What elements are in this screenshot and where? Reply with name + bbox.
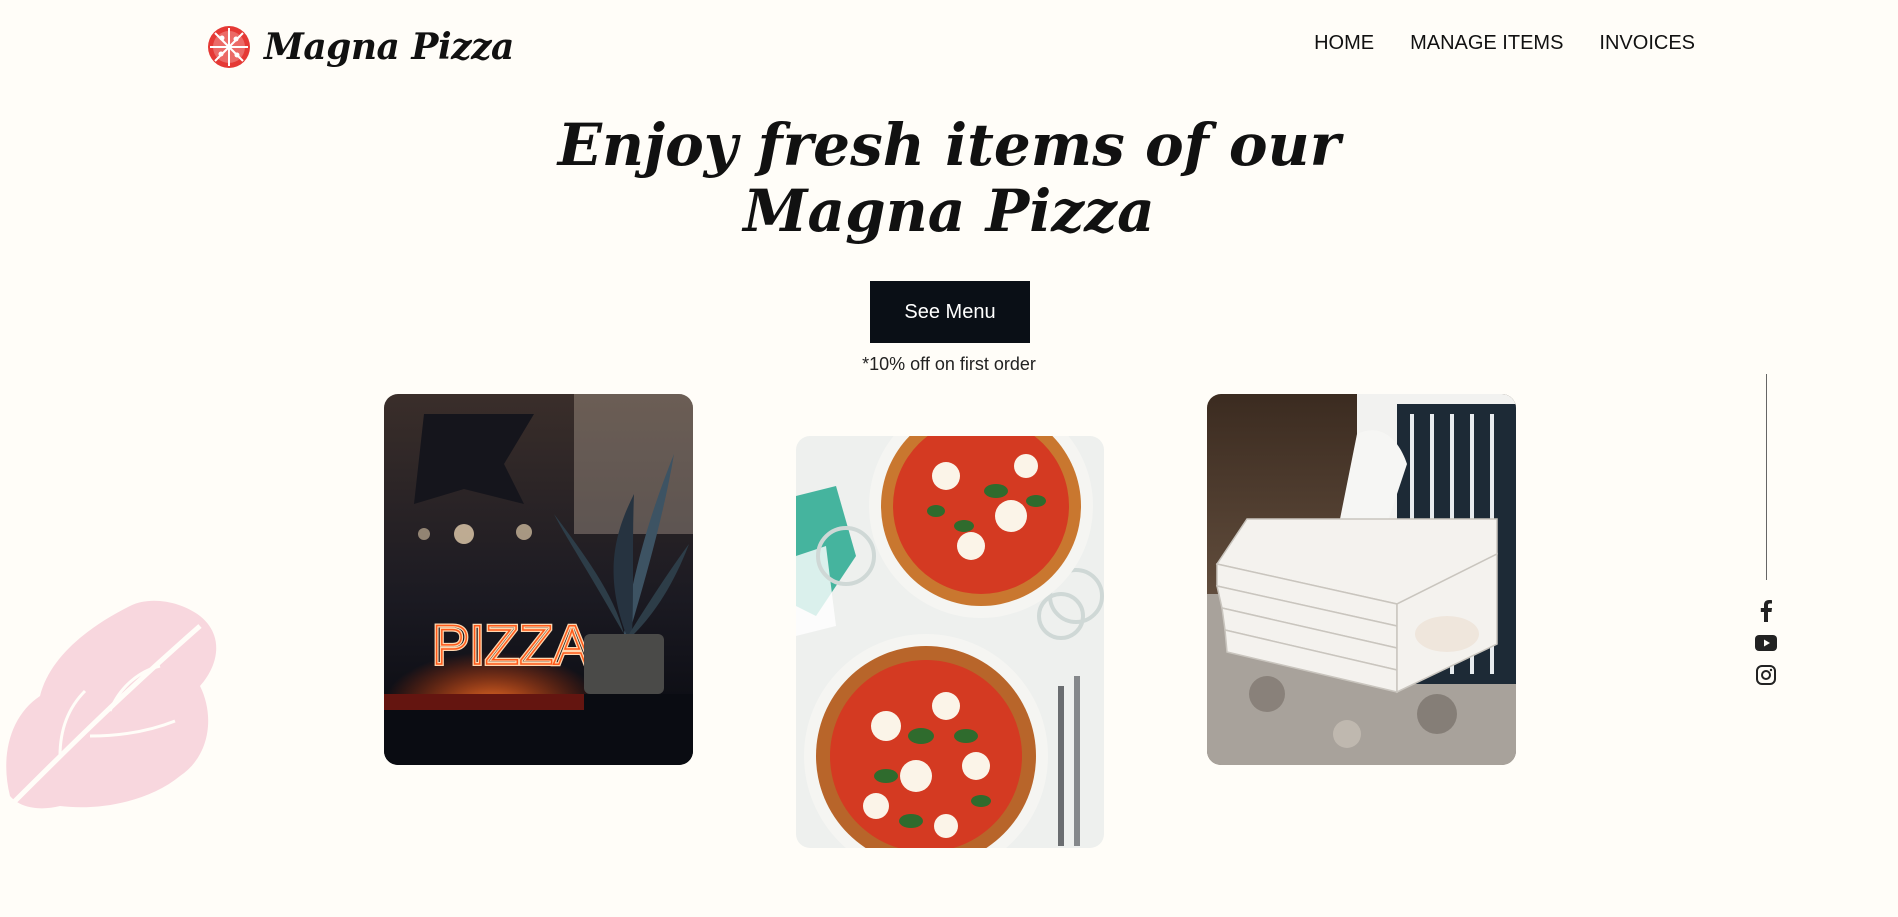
offer-note: *10% off on first order <box>862 354 1036 374</box>
neon-pizza-sign-photo: PIZZA PIZZA <box>384 394 693 765</box>
facebook-icon[interactable] <box>1755 600 1777 622</box>
hero-title: Enjoy fresh items of our Magna Pizza <box>0 112 1898 244</box>
social-divider <box>1766 374 1767 580</box>
landing-page: Magna Pizza HOME MANAGE ITEMS INVOICES E… <box>0 0 1898 917</box>
hero-title-line-2: Magna Pizza <box>743 177 1155 245</box>
margherita-pizzas-photo <box>796 436 1104 848</box>
nav-home[interactable]: HOME <box>1314 32 1374 55</box>
pizza-boxes-photo <box>1207 394 1516 765</box>
social-links <box>1755 600 1777 686</box>
nav-manage-items[interactable]: MANAGE ITEMS <box>1410 32 1563 55</box>
brand-name: Magna Pizza <box>264 26 514 68</box>
leaf-decoration-icon <box>3 600 217 813</box>
brand-logo[interactable]: Magna Pizza <box>206 24 514 70</box>
youtube-icon[interactable] <box>1755 632 1777 654</box>
main-nav: HOME MANAGE ITEMS INVOICES <box>1314 32 1695 55</box>
hero-title-line-1: Enjoy fresh items of our <box>557 111 1341 179</box>
nav-invoices[interactable]: INVOICES <box>1599 32 1695 55</box>
svg-text:PIZZA: PIZZA <box>432 613 591 676</box>
see-menu-button[interactable]: See Menu <box>870 281 1030 343</box>
instagram-icon[interactable] <box>1755 664 1777 686</box>
pizza-icon <box>208 26 250 68</box>
